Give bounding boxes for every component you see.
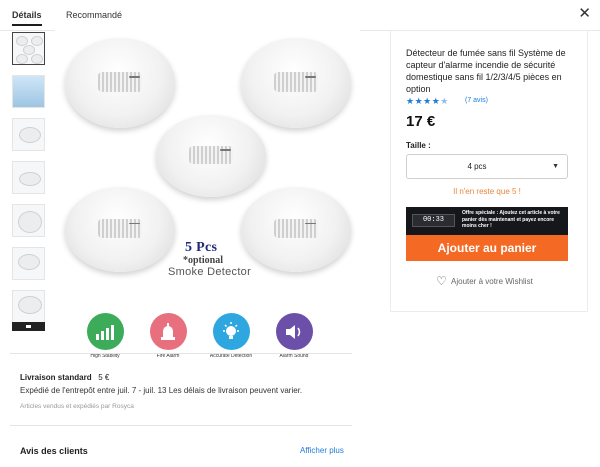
detector-image (65, 38, 175, 128)
size-select-value: 4 pcs (467, 162, 487, 171)
thumb-detector-icon (18, 296, 42, 314)
thumbnail-more-button[interactable] (12, 322, 45, 331)
offer-text: Offre spéciale : Ajoutez cet article à v… (462, 210, 560, 229)
shipping-title: Livraison standard 5 € (20, 373, 109, 382)
siren-icon (149, 313, 187, 350)
divider (10, 353, 352, 354)
shipping-detail: Expédié de l'entrepôt entre juil. 7 - ju… (20, 386, 303, 395)
bulb-icon (212, 313, 250, 350)
product-main-image: High Stability Fire Alarm Accurate Detec… (55, 30, 360, 359)
divider (10, 425, 352, 426)
product-price: 17 € (406, 113, 436, 130)
shipping-method: Livraison standard (20, 373, 92, 382)
tab-recommended[interactable]: Recommandé (66, 10, 122, 20)
thumb-detector-icon (31, 54, 43, 64)
thumbnail-5[interactable] (12, 204, 45, 237)
tab-bar: Détails Recommandé (0, 0, 600, 31)
thumbnail-4[interactable] (12, 161, 45, 194)
image-caption: Smoke Detector (168, 266, 252, 278)
show-more-link[interactable]: Afficher plus (300, 446, 344, 455)
thumb-detector-icon (19, 172, 41, 186)
size-select[interactable]: 4 pcs ▼ (406, 154, 568, 179)
close-icon[interactable]: ✕ (578, 6, 591, 21)
thumbnail-2[interactable] (12, 75, 45, 108)
shipping-seller: Articles vendus et expédiés par Rosyca (20, 403, 134, 410)
thumb-detector-icon (31, 36, 43, 46)
growth-chart-icon (86, 313, 124, 350)
countdown-timer: 00:33 (412, 214, 455, 227)
heart-icon[interactable]: ♡ (436, 274, 447, 288)
product-title: Détecteur de fumée sans fil Système de c… (406, 48, 566, 94)
reviews-link[interactable]: (7 avis) (465, 97, 488, 104)
detector-image (241, 38, 351, 128)
thumb-detector-icon (16, 54, 28, 64)
detector-image (241, 187, 351, 272)
thumb-detector-icon (23, 45, 35, 55)
image-optional-text: *optional (183, 255, 224, 266)
thumb-detector-icon (19, 127, 41, 143)
stock-warning: Il n'en reste que 5 ! (453, 187, 521, 196)
speaker-icon (275, 313, 313, 350)
thumbnail-strip (12, 32, 46, 333)
thumbnail-3[interactable] (12, 118, 45, 151)
chevron-down-icon: ▼ (552, 163, 559, 170)
add-to-wishlist-link[interactable]: Ajouter à votre Wishlist (451, 277, 533, 286)
tab-details[interactable]: Détails (12, 10, 42, 20)
thumb-detector-icon (18, 211, 42, 233)
thumbnail-1[interactable] (12, 32, 45, 65)
detector-image (156, 115, 266, 197)
tab-active-indicator (12, 24, 42, 26)
thumbnail-7[interactable] (12, 290, 45, 323)
add-to-cart-button[interactable]: Ajouter au panier (406, 235, 568, 261)
special-offer-banner: 00:33 Offre spéciale : Ajoutez cet artic… (406, 207, 568, 235)
thumbnail-6[interactable] (12, 247, 45, 280)
shipping-price: 5 € (98, 373, 110, 382)
customer-reviews-title: Avis des clients (20, 446, 88, 456)
thumb-detector-icon (18, 254, 40, 270)
rating-stars: ★★★★★ (406, 96, 449, 106)
image-count-text: 5 Pcs (185, 240, 218, 255)
detector-image (65, 187, 175, 272)
size-label: Taille : (406, 141, 431, 150)
